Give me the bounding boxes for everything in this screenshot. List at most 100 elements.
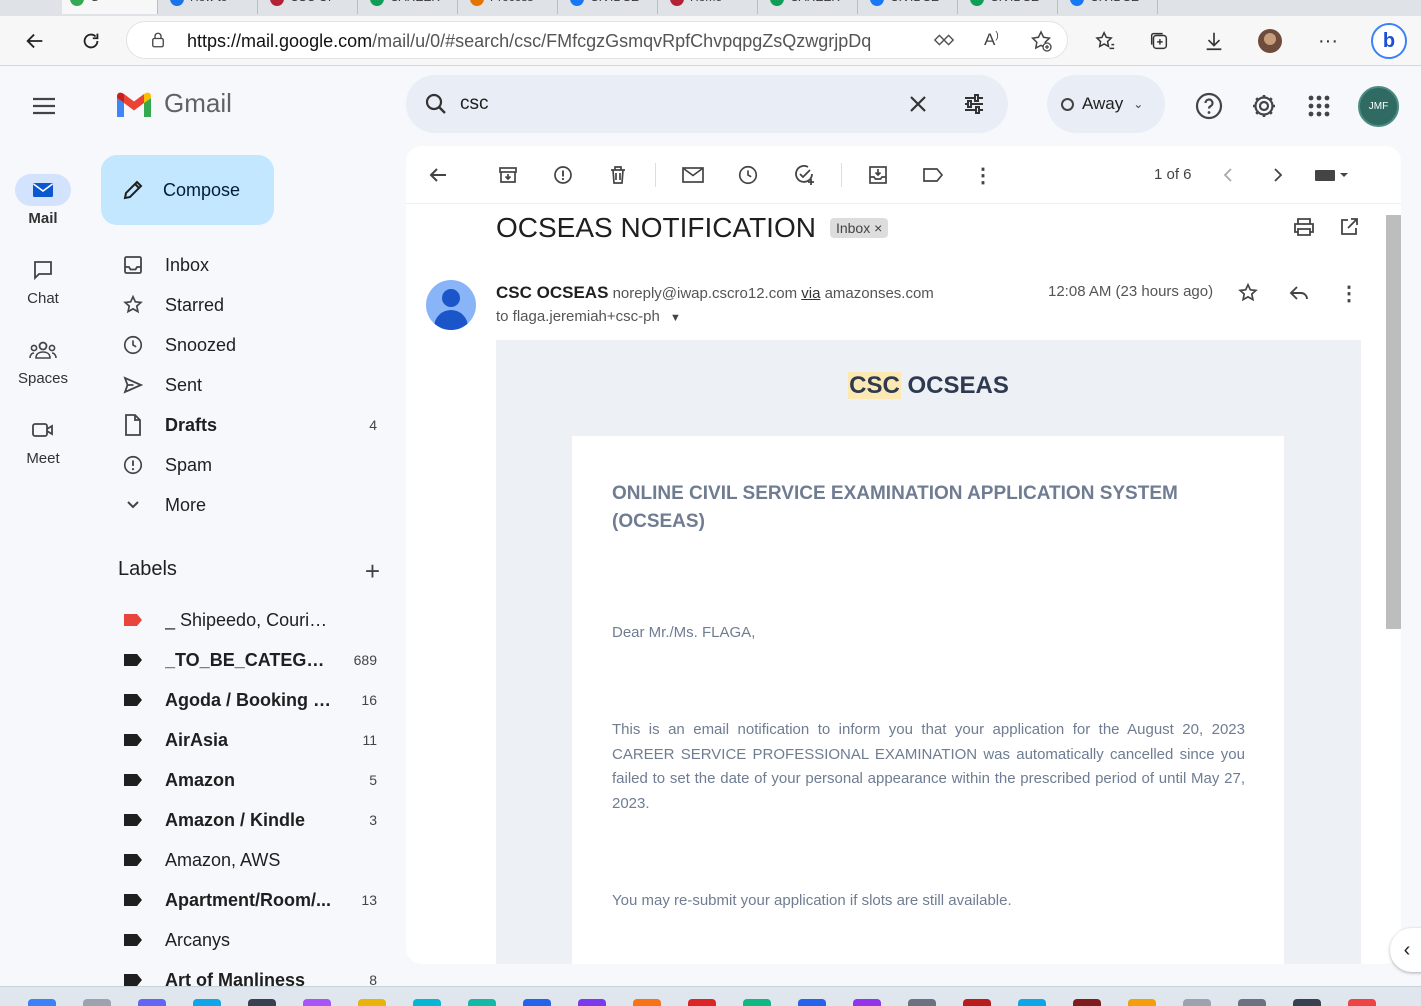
nav-item-starred[interactable]: Starred [101,285,391,325]
remove-label-icon[interactable]: × [874,220,882,236]
add-favorite-icon[interactable] [1029,29,1053,58]
clear-search-icon[interactable] [904,90,932,118]
inbox-label-chip[interactable]: Inbox × [829,218,889,238]
archive-icon[interactable] [494,161,522,189]
rail-item-chat[interactable]: Chat [0,246,86,320]
search-icon[interactable] [422,90,450,118]
taskbar-app-icon[interactable] [1073,999,1101,1006]
rail-item-meet[interactable]: Meet [0,406,86,480]
via-link[interactable]: via [801,285,820,302]
side-panel-toggle[interactable]: ‹ [1390,928,1421,972]
label-item[interactable]: Agoda / Booking / ... 16 [101,680,391,720]
nav-item-snoozed[interactable]: Snoozed [101,325,391,365]
browser-tab[interactable]: Process [462,0,558,14]
add-task-icon[interactable] [790,161,818,189]
nav-item-spam[interactable]: Spam [101,445,391,485]
refresh-icon[interactable] [76,26,106,56]
nav-item-more[interactable]: More [101,485,391,525]
reply-icon[interactable] [1285,279,1313,307]
older-chevron-right-icon[interactable] [1264,161,1292,189]
taskbar-app-icon[interactable] [743,999,771,1006]
lock-icon[interactable] [149,31,167,54]
taskbar-app-icon[interactable] [1238,999,1266,1006]
downloads-icon[interactable] [1199,26,1229,56]
taskbar-app-icon[interactable] [578,999,606,1006]
taskbar-app-icon[interactable] [688,999,716,1006]
report-spam-icon[interactable] [549,161,577,189]
rail-item-mail[interactable]: Mail [0,166,86,240]
compose-button[interactable]: Compose [101,155,274,225]
taskbar-app-icon[interactable] [1018,999,1046,1006]
taskbar-app-icon[interactable] [413,999,441,1006]
browser-tab[interactable]: CIVIL SE [562,0,658,14]
show-details-dropdown-icon[interactable]: ▼ [670,312,681,324]
taskbar-app-icon[interactable] [798,999,826,1006]
back-arrow-icon[interactable] [20,26,50,56]
collections-icon[interactable] [1144,26,1174,56]
taskbar-app-icon[interactable] [1183,999,1211,1006]
taskbar-app-icon[interactable] [523,999,551,1006]
sender-name[interactable]: CSC OCSEAS [496,283,608,302]
label-item[interactable]: Art of Manliness 8 [101,960,391,986]
scrollbar-thumb[interactable] [1386,215,1401,629]
label-item[interactable]: Amazon, AWS [101,840,391,880]
main-menu-icon[interactable] [24,86,64,126]
label-icon[interactable] [919,161,947,189]
help-icon[interactable] [1193,90,1225,122]
taskbar-app-icon[interactable] [138,999,166,1006]
taskbar-app-icon[interactable] [1128,999,1156,1006]
delete-icon[interactable] [604,161,632,189]
taskbar-app-icon[interactable] [358,999,386,1006]
label-item[interactable]: Amazon / Kindle 3 [101,800,391,840]
browser-tab[interactable]: CAREER [362,0,458,14]
browser-tab[interactable]: G [62,0,158,14]
apps-grid-icon[interactable] [1303,90,1335,122]
taskbar-app-icon[interactable] [193,999,221,1006]
settings-gear-icon[interactable] [1248,90,1280,122]
label-item[interactable]: Arcanys [101,920,391,960]
nav-item-inbox[interactable]: Inbox [101,245,391,285]
search-input[interactable] [460,91,900,117]
browser-tab[interactable]: CSC OF [262,0,358,14]
more-vert-icon[interactable]: ⋮ [969,161,997,189]
browser-tab[interactable]: Home [662,0,758,14]
taskbar-app-icon[interactable] [83,999,111,1006]
url-field[interactable]: https://mail.google.com/mail/u/0/#search… [126,21,1068,59]
add-label-icon[interactable]: + [365,556,380,587]
input-tools-keyboard-icon[interactable] [1312,161,1352,189]
print-icon[interactable] [1290,213,1318,241]
newer-chevron-left-icon[interactable] [1214,161,1242,189]
taskbar-app-icon[interactable] [1348,999,1376,1006]
label-item[interactable]: AirAsia 11 [101,720,391,760]
label-item[interactable]: Amazon 5 [101,760,391,800]
taskbar-app-icon[interactable] [963,999,991,1006]
nav-item-drafts[interactable]: Drafts 4 [101,405,391,445]
search-bar[interactable] [406,75,1008,133]
taskbar-app-icon[interactable] [633,999,661,1006]
taskbar-app-icon[interactable] [28,999,56,1006]
rail-item-spaces[interactable]: Spaces [0,326,86,400]
taskbar-app-icon[interactable] [303,999,331,1006]
gmail-logo[interactable]: Gmail [114,88,232,119]
mark-unread-icon[interactable] [679,161,707,189]
browser-tab[interactable]: CIVIL SE [962,0,1058,14]
status-selector[interactable]: Away ⌄ [1047,75,1165,133]
bing-icon[interactable]: b [1371,23,1407,59]
read-aloud-icon[interactable]: A) [984,30,999,50]
browser-tab[interactable]: How to [162,0,258,14]
favorites-icon[interactable] [1090,26,1120,56]
browser-tab[interactable]: CIVIL SE [862,0,958,14]
open-new-window-icon[interactable] [1335,213,1363,241]
move-to-icon[interactable] [864,161,892,189]
browser-tab[interactable]: CAREER [762,0,858,14]
reader-mode-icon[interactable] [933,31,955,54]
nav-item-sent[interactable]: Sent [101,365,391,405]
search-options-icon[interactable] [960,90,988,118]
star-email-icon[interactable] [1234,279,1262,307]
taskbar-app-icon[interactable] [468,999,496,1006]
label-item[interactable]: _ Shipeedo, Couriers an... [101,600,391,640]
snooze-icon[interactable] [734,161,762,189]
sender-avatar[interactable] [426,280,476,330]
browser-tab[interactable]: CIVIL SE [1062,0,1158,14]
taskbar-app-icon[interactable] [908,999,936,1006]
